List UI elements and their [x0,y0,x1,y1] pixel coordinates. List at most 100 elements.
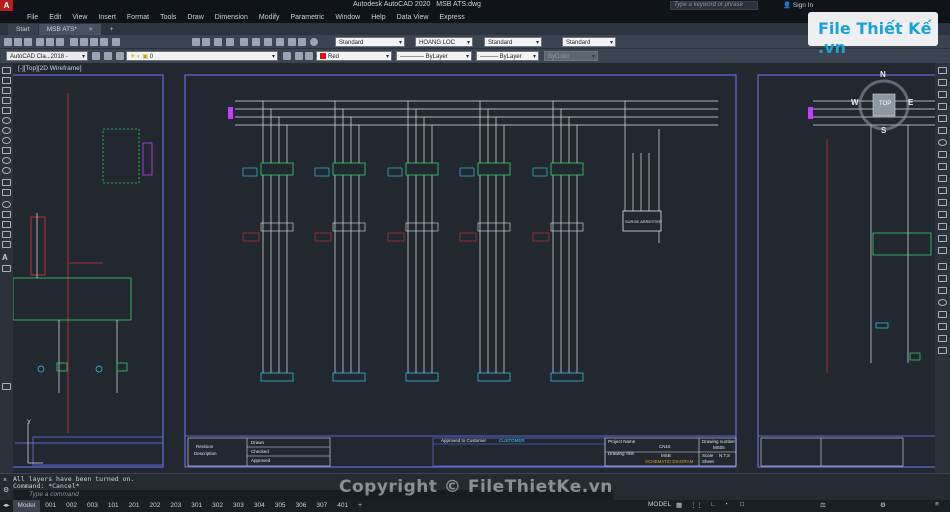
viewcube-west-label[interactable]: W [851,98,859,107]
move-object-icon[interactable] [938,127,947,134]
tab-layout-304[interactable]: 304 [249,500,270,512]
fillet-icon[interactable] [938,235,947,242]
match-layer-icon[interactable] [305,52,313,60]
tab-layout-303[interactable]: 303 [228,500,249,512]
tool-palettes-icon[interactable] [264,38,272,46]
zoom-realtime-icon[interactable] [202,38,210,46]
open-icon[interactable] [14,38,22,46]
explode-icon[interactable] [938,247,947,254]
autocad-logo-icon[interactable]: A [0,0,13,11]
sign-in-link[interactable]: 👤 Sign In [783,1,813,9]
sheet-set-icon[interactable] [276,38,284,46]
tab-layout-401[interactable]: 401 [332,500,353,512]
table-icon[interactable] [2,241,11,248]
workspace-select[interactable]: AutoCAD Cla...2018 - English [6,51,88,70]
menu-dimension[interactable]: Dimension [215,14,248,21]
tab-layout-203[interactable]: 203 [165,500,186,512]
region-icon[interactable] [2,231,11,238]
rectangle-icon[interactable] [2,107,11,114]
customize-icon[interactable]: ≡ [935,501,939,508]
join-icon[interactable] [938,211,947,218]
layer-properties-icon[interactable] [104,52,112,60]
layer-select[interactable]: ☀ ◐ ▣ 0 [126,51,278,62]
trim-icon[interactable] [938,175,947,182]
move-icon[interactable] [2,383,11,390]
menu-parametric[interactable]: Parametric [290,14,324,21]
layer-state-icon[interactable] [116,52,124,60]
tab-layout-302[interactable]: 302 [207,500,228,512]
zoom-window-icon[interactable] [214,38,222,46]
menu-express[interactable]: Express [439,14,464,21]
insert-block-icon[interactable] [2,179,11,186]
add-selected-icon[interactable] [2,265,11,272]
search-input[interactable]: Type a keyword or phrase [670,1,758,10]
polyline-icon[interactable] [2,87,11,94]
polygon-icon[interactable] [2,97,11,104]
erase-icon[interactable] [938,67,947,74]
workspace-settings-icon[interactable] [92,52,100,60]
new-icon[interactable] [4,38,12,46]
model-viewport[interactable]: [-][Top][2D Wireframe] Revision Descript… [13,63,935,473]
tab-layout-003[interactable]: 003 [82,500,103,512]
tab-layout-307[interactable]: 307 [311,500,332,512]
menu-view[interactable]: View [72,14,87,21]
tab-layout-202[interactable]: 202 [145,500,166,512]
match-props-icon[interactable] [100,38,108,46]
help-icon[interactable] [310,38,318,46]
save-icon[interactable] [24,38,32,46]
construction-line-icon[interactable] [2,77,11,84]
tab-layout-001[interactable]: 001 [40,500,61,512]
arc-icon[interactable] [2,117,11,124]
lineweight-select[interactable]: ——— ByLayer [476,51,539,62]
markup-icon[interactable] [288,38,296,46]
linetype-select[interactable]: ———— ByLayer [396,51,472,62]
rotate-icon[interactable] [938,139,947,146]
viewcube-north-label[interactable]: N [880,70,886,79]
close-tab-icon[interactable]: × [89,26,93,33]
make-current-icon[interactable] [283,52,291,60]
osnap-intersection-icon[interactable] [938,287,947,294]
ellipse-icon[interactable] [2,157,11,164]
nav-arrows-icon[interactable]: ◂▸ [0,500,13,512]
model-space-button[interactable]: MODEL [648,501,671,508]
dim-style-select[interactable]: HOANG LOC [415,37,473,48]
zoom-prev-icon[interactable] [226,38,234,46]
viewcube-top-label[interactable]: TOP [879,101,891,107]
menu-insert[interactable]: Insert [98,14,116,21]
layer-previous-icon[interactable] [295,52,303,60]
properties-icon[interactable] [240,38,248,46]
menu-draw[interactable]: Draw [187,14,203,21]
calculator-icon[interactable] [298,38,306,46]
menu-file[interactable]: File [27,14,38,21]
tab-layout-301[interactable]: 301 [186,500,207,512]
stretch-icon[interactable] [938,163,947,170]
extend-icon[interactable] [938,187,947,194]
mirror-icon[interactable] [938,91,947,98]
mleader-style-select[interactable]: Standard [562,37,616,48]
design-center-icon[interactable] [252,38,260,46]
osnap-endpoint-icon[interactable] [938,263,947,270]
revcloud-icon[interactable] [2,137,11,144]
cut-icon[interactable] [70,38,78,46]
menu-modify[interactable]: Modify [259,14,280,21]
tab-model[interactable]: Model [12,500,41,512]
menu-edit[interactable]: Edit [49,14,61,21]
command-settings-icon[interactable]: ⚙ [3,486,9,494]
break-icon[interactable] [938,199,947,206]
tab-layout-201[interactable]: 201 [124,500,145,512]
ellipse-arc-icon[interactable] [2,167,11,174]
osnap-toggle-icon[interactable]: □ [740,501,744,508]
osnap-quadrant-icon[interactable] [938,311,947,318]
snap-toggle-icon[interactable]: ⋮⋮ [690,501,703,509]
osnap-midpoint-icon[interactable] [938,275,947,282]
new-tab-button[interactable]: + [102,24,122,35]
point-icon[interactable] [2,201,11,208]
menu-tools[interactable]: Tools [160,14,176,21]
block-editor-icon[interactable] [112,38,120,46]
polar-toggle-icon[interactable]: ◔ [724,501,728,508]
paste-icon[interactable] [90,38,98,46]
osnap-center-icon[interactable] [938,299,947,306]
menu-window[interactable]: Window [335,14,360,21]
menu-data-view[interactable]: Data View [397,14,429,21]
line-icon[interactable] [2,67,11,74]
